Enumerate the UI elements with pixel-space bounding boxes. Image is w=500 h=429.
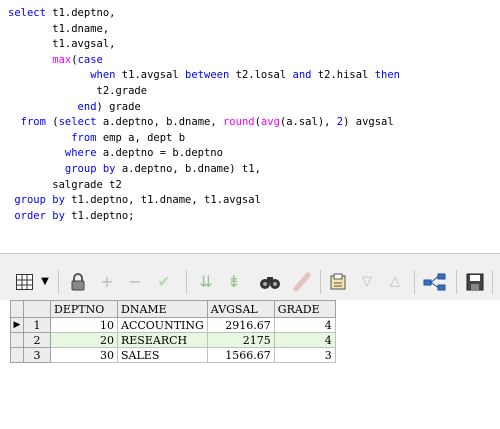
table-row[interactable]: ▶ 1 10 ACCOUNTING 2916.67 4	[10, 317, 336, 333]
cell-avgsal[interactable]: 1566.67	[206, 347, 275, 363]
results-grid-area: DEPTNO DNAME AVGSAL GRADE ▶ 1 10 ACCOUNT…	[0, 300, 500, 429]
post-changes-icon[interactable]: ✔	[152, 272, 176, 292]
column-header-avgsal[interactable]: AVGSAL	[206, 300, 275, 318]
cell-deptno[interactable]: 30	[50, 347, 118, 363]
dropdown-arrow-icon[interactable]: ▼	[38, 272, 52, 292]
row-number[interactable]: 2	[23, 332, 51, 348]
filter-down-icon[interactable]: ▽	[356, 272, 378, 292]
cell-dname[interactable]: SALES	[117, 347, 208, 363]
cell-dname[interactable]: RESEARCH	[117, 332, 208, 348]
row-number-header	[23, 300, 51, 318]
lock-icon[interactable]	[66, 272, 90, 292]
save-icon[interactable]	[464, 272, 486, 292]
column-header-dname[interactable]: DNAME	[117, 300, 208, 318]
current-row-indicator-icon: ▶	[10, 317, 24, 333]
grid-corner	[10, 300, 24, 318]
cell-avgsal[interactable]: 2175	[206, 332, 275, 348]
results-toolbar: ▼ + − ✔ ⇊ ⇟ ▽ △	[0, 260, 500, 300]
column-header-grade[interactable]: GRADE	[273, 300, 336, 318]
add-record-icon[interactable]: +	[96, 272, 118, 292]
sql-text: select t1.deptno, t1.dname, t1.avgsal, m…	[8, 7, 400, 222]
cell-deptno[interactable]: 10	[50, 317, 118, 333]
row-number[interactable]: 3	[23, 347, 51, 363]
cell-grade[interactable]: 4	[273, 332, 336, 348]
filter-up-icon[interactable]: △	[384, 272, 406, 292]
fetch-next-icon[interactable]: ⇊	[194, 272, 218, 292]
sql-editor[interactable]: select t1.deptno, t1.dname, t1.avgsal, m…	[0, 0, 500, 254]
clear-icon[interactable]	[290, 272, 314, 292]
cell-dname[interactable]: ACCOUNTING	[117, 317, 208, 333]
cell-avgsal[interactable]: 2916.67	[206, 317, 275, 333]
results-grid: DEPTNO DNAME AVGSAL GRADE ▶ 1 10 ACCOUNT…	[10, 300, 336, 363]
cell-deptno[interactable]: 20	[50, 332, 118, 348]
column-header-deptno[interactable]: DEPTNO	[50, 300, 118, 318]
table-row[interactable]: 3 30 SALES 1566.67 3	[10, 347, 336, 363]
cell-grade[interactable]: 4	[273, 317, 336, 333]
cell-grade[interactable]: 3	[273, 347, 336, 363]
table-row[interactable]: 2 20 RESEARCH 2175 4	[10, 332, 336, 348]
row-number[interactable]: 1	[23, 317, 51, 333]
fetch-all-icon[interactable]: ⇟	[222, 272, 246, 292]
find-icon[interactable]	[256, 272, 284, 292]
export-icon[interactable]	[326, 272, 352, 292]
grid-view-icon[interactable]	[14, 272, 36, 292]
link-icon[interactable]	[422, 272, 448, 292]
delete-record-icon[interactable]: −	[124, 272, 146, 292]
